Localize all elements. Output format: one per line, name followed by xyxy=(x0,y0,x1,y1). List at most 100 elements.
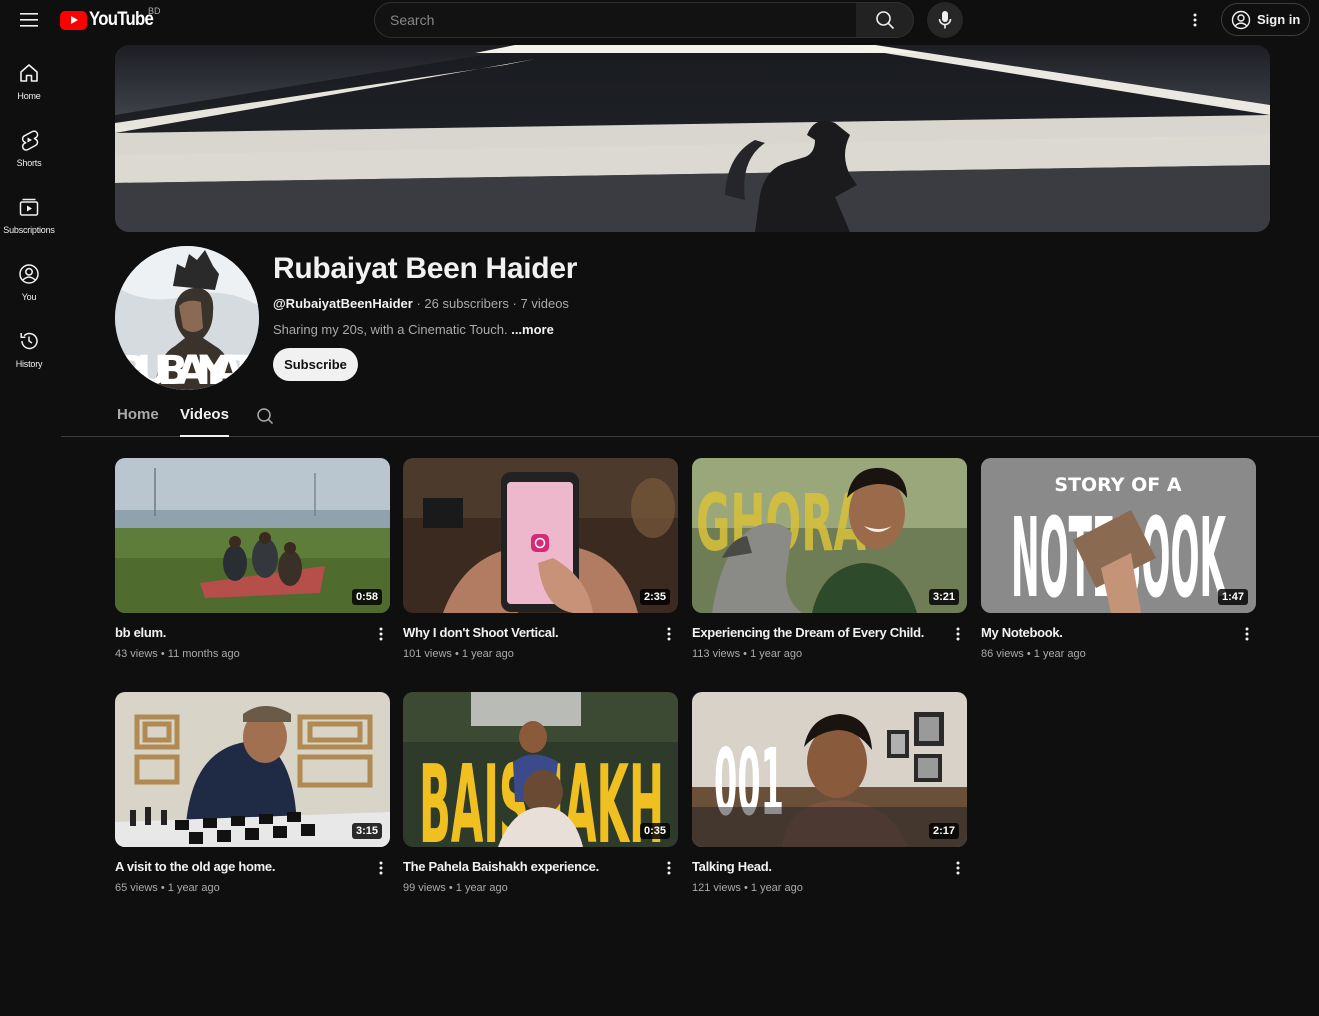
channel-description: Sharing my 20s, with a Cinematic Touch. … xyxy=(273,322,554,337)
video-action-menu-button[interactable] xyxy=(950,858,966,878)
guide-item-home[interactable]: Home xyxy=(0,52,58,114)
subscriber-count: 26 subscribers xyxy=(424,296,509,311)
video-thumbnail[interactable]: 3:15 xyxy=(115,692,390,847)
microphone-icon xyxy=(938,11,952,29)
guide-item-history[interactable]: History xyxy=(0,320,58,382)
video-card: 2:35 Why I don't Shoot Vertical. 101 vie… xyxy=(403,458,678,673)
channel-banner xyxy=(115,45,1270,232)
subscriptions-icon xyxy=(18,196,40,218)
view-count: 65 views xyxy=(115,882,158,894)
video-thumbnail[interactable]: 001 2:17 xyxy=(692,692,967,847)
meta-separator: • xyxy=(157,648,168,660)
video-thumbnail[interactable]: 2:35 xyxy=(403,458,678,613)
video-title[interactable]: My Notebook. xyxy=(981,625,1231,640)
history-icon xyxy=(18,330,40,352)
view-count: 43 views xyxy=(115,648,158,660)
video-duration: 2:17 xyxy=(928,823,959,839)
vertical-dots-icon xyxy=(956,627,960,641)
upload-age: 11 months ago xyxy=(167,648,240,660)
region-code: BD xyxy=(148,6,161,16)
search-icon xyxy=(875,11,894,30)
channel-search-button[interactable] xyxy=(254,405,276,427)
vertical-dots-icon xyxy=(1245,627,1249,641)
thumbnail-text-top: STORY OF A xyxy=(1054,474,1182,496)
settings-more-button[interactable] xyxy=(1183,6,1207,34)
voice-search-button[interactable] xyxy=(927,2,963,38)
vertical-dots-icon xyxy=(667,861,671,875)
vertical-dots-icon xyxy=(667,627,671,641)
guide-item-subscriptions[interactable]: Subscriptions xyxy=(0,186,58,248)
subscribe-button[interactable]: Subscribe xyxy=(273,348,358,381)
video-title[interactable]: Experiencing the Dream of Every Child. xyxy=(692,625,942,640)
video-title[interactable]: Talking Head. xyxy=(692,859,942,874)
channel-avatar: RUBAIYAT xyxy=(115,246,259,390)
video-action-menu-button[interactable] xyxy=(661,858,677,878)
video-card: 0:58 bb elum. 43 views • 11 months ago xyxy=(115,458,390,673)
description-more-link[interactable]: ...more xyxy=(511,322,554,337)
video-metadata: 113 views • 1 year ago xyxy=(692,648,802,660)
tab-videos[interactable]: Videos xyxy=(180,406,229,437)
video-thumbnail[interactable]: STORY OF A NOTEBOOK 1:47 xyxy=(981,458,1256,613)
video-card: 001 2:17 Talking Head. 121 views • 1 yea… xyxy=(692,692,967,907)
view-count: 121 views xyxy=(692,882,741,894)
video-duration: 2:35 xyxy=(639,589,670,605)
video-duration: 3:15 xyxy=(351,823,382,839)
vertical-dots-icon xyxy=(379,627,383,641)
meta-separator: • xyxy=(451,648,462,660)
video-card: BAISHAKH 0:35 The Pahela Baishakh experi… xyxy=(403,692,678,907)
meta-separator: · xyxy=(412,296,425,311)
logo-wordmark: YouTube xyxy=(89,9,154,30)
video-action-menu-button[interactable] xyxy=(373,858,389,878)
upload-age: 1 year ago xyxy=(750,882,803,894)
search-input[interactable] xyxy=(375,3,856,37)
guide-menu-button[interactable] xyxy=(14,6,44,34)
channel-handle: @RubaiyatBeenHaider xyxy=(273,296,413,311)
video-title[interactable]: bb elum. xyxy=(115,625,365,640)
video-action-menu-button[interactable] xyxy=(1239,624,1255,644)
video-count: 7 videos xyxy=(520,296,569,311)
video-card: 3:15 A visit to the old age home. 65 vie… xyxy=(115,692,390,907)
channel-tabs: Home Videos xyxy=(61,396,1319,437)
video-duration: 1:47 xyxy=(1217,589,1248,605)
channel-name: Rubaiyat Been Haider xyxy=(273,252,578,285)
sign-in-button[interactable]: Sign in xyxy=(1221,3,1310,36)
sign-in-label: Sign in xyxy=(1257,12,1301,27)
video-action-menu-button[interactable] xyxy=(661,624,677,644)
upload-age: 1 year ago xyxy=(461,648,514,660)
upload-age: 1 year ago xyxy=(455,882,508,894)
video-thumbnail[interactable]: GHORA 3:21 xyxy=(692,458,967,613)
tab-home[interactable]: Home xyxy=(117,406,159,437)
guide-item-you[interactable]: You xyxy=(0,253,58,315)
meta-separator: • xyxy=(157,882,168,894)
meta-separator: • xyxy=(740,882,751,894)
channel-metadata: @RubaiyatBeenHaider · 26 subscribers · 7… xyxy=(273,296,569,311)
upload-age: 1 year ago xyxy=(167,882,220,894)
guide-label: Shorts xyxy=(16,158,42,168)
meta-separator: • xyxy=(1023,648,1034,660)
shorts-icon xyxy=(18,129,40,151)
video-metadata: 99 views • 1 year ago xyxy=(403,882,508,894)
video-thumbnail[interactable]: 0:58 xyxy=(115,458,390,613)
video-duration: 0:58 xyxy=(351,589,382,605)
video-title[interactable]: Why I don't Shoot Vertical. xyxy=(403,625,653,640)
video-title[interactable]: A visit to the old age home. xyxy=(115,859,365,874)
search-button[interactable] xyxy=(856,2,914,38)
guide-label: Subscriptions xyxy=(3,225,55,235)
video-action-menu-button[interactable] xyxy=(373,624,389,644)
guide-label: Home xyxy=(17,91,41,101)
home-icon xyxy=(18,62,40,84)
video-action-menu-button[interactable] xyxy=(950,624,966,644)
upload-age: 1 year ago xyxy=(1033,648,1086,660)
video-title[interactable]: The Pahela Baishakh experience. xyxy=(403,859,653,874)
account-circle-icon xyxy=(1231,10,1251,29)
youtube-logo[interactable]: YouTube BD xyxy=(60,6,162,34)
vertical-dots-icon xyxy=(956,861,960,875)
avatar-text: RUBAIYAT xyxy=(117,348,258,390)
hamburger-icon xyxy=(20,13,38,27)
video-thumbnail[interactable]: BAISHAKH 0:35 xyxy=(403,692,678,847)
meta-separator: • xyxy=(740,648,751,660)
guide-item-shorts[interactable]: Shorts xyxy=(0,119,58,181)
video-duration: 3:21 xyxy=(928,589,959,605)
video-metadata: 65 views • 1 year ago xyxy=(115,882,220,894)
play-logo-icon xyxy=(60,10,87,30)
